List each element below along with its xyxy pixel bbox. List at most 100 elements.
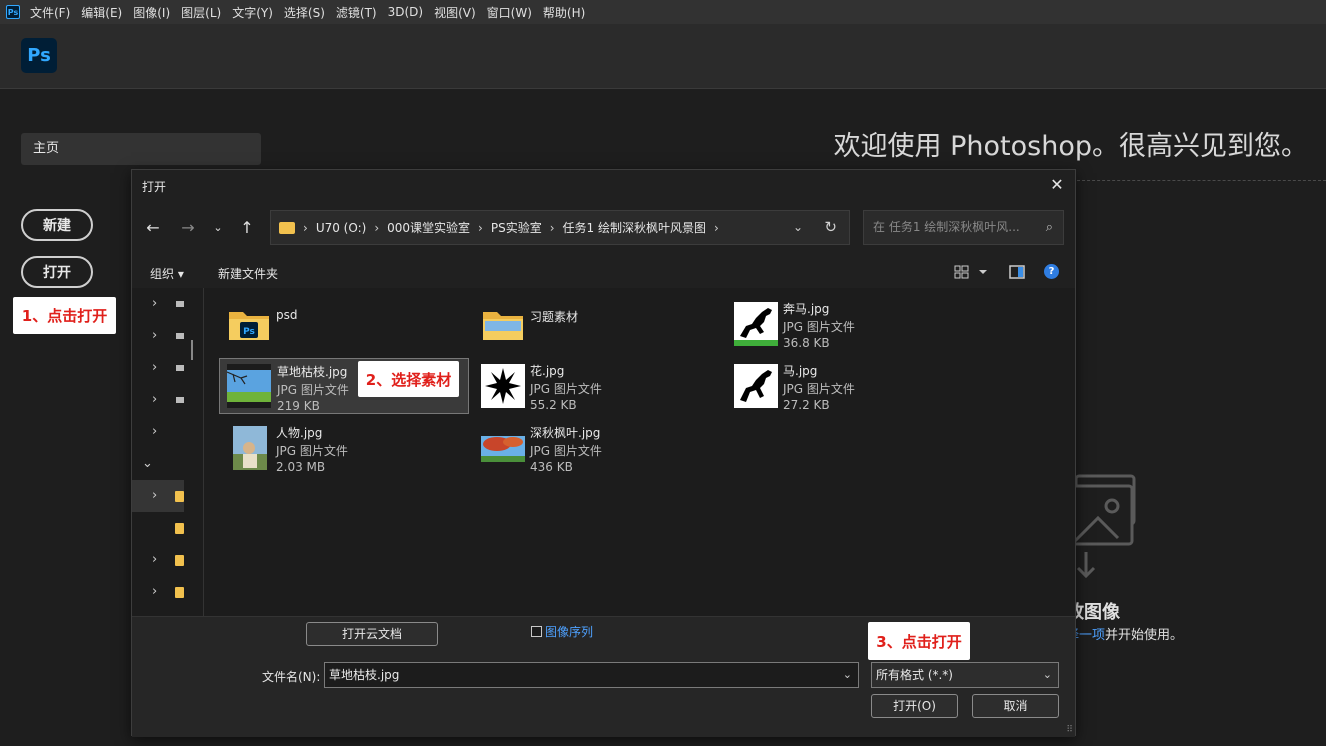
new-button[interactable]: 新建 [21, 209, 93, 241]
file-item-running-horse[interactable]: 奔马.jpg JPG 图片文件 36.8 KB [726, 296, 976, 352]
file-item-psd-folder[interactable]: Ps psd [219, 296, 469, 352]
up-arrow-icon[interactable]: ↑ [237, 218, 257, 238]
tree-scrollbar[interactable] [191, 340, 193, 360]
chevron-right-icon[interactable]: › [152, 392, 157, 407]
address-bar[interactable]: › U70 (O:) › 000课堂实验室 › PS实验室 › 任务1 绘制深秋… [270, 210, 850, 245]
home-nav-item[interactable]: 主页 [21, 133, 261, 165]
menu-3d[interactable]: 3D(D) [388, 5, 423, 19]
dialog-title-bar: 打开 ✕ [132, 170, 1075, 200]
menu-type[interactable]: 文字(Y) [232, 4, 273, 21]
chevron-right-icon[interactable]: › [152, 360, 157, 375]
chevron-right-icon[interactable]: › [152, 328, 157, 343]
menu-file[interactable]: 文件(F) [30, 4, 70, 21]
menu-help[interactable]: 帮助(H) [543, 4, 585, 21]
tree-item[interactable]: ⌄ [132, 448, 184, 480]
horse-image-thumbnail [734, 302, 778, 346]
file-item-horse[interactable]: 马.jpg JPG 图片文件 27.2 KB [726, 358, 976, 414]
file-item-flower[interactable]: 花.jpg JPG 图片文件 55.2 KB [473, 358, 723, 414]
chevron-right-icon: › [549, 220, 555, 235]
drop-area-border [1072, 180, 1326, 181]
file-type: JPG 图片文件 [783, 382, 855, 396]
file-name: 奔马.jpg [783, 302, 830, 316]
close-icon[interactable]: ✕ [1047, 175, 1067, 195]
chevron-right-icon[interactable]: › [152, 584, 157, 599]
open-cloud-docs-button[interactable]: 打开云文档 [306, 622, 438, 646]
callout-step2: 2、选择素材 [358, 361, 459, 397]
menu-view[interactable]: 视图(V) [434, 4, 476, 21]
drop-area-rest: 并开始使用。 [1105, 628, 1184, 643]
tree-item[interactable]: › [132, 544, 184, 576]
resize-grip-icon[interactable]: ⠿ [1066, 725, 1073, 735]
chevron-down-icon[interactable]: ⌄ [142, 456, 153, 471]
chevron-down-icon[interactable]: ⌄ [843, 663, 852, 687]
organize-menu[interactable]: 组织 ▾ [150, 265, 184, 282]
tree-item[interactable]: › [132, 384, 184, 416]
drop-area-text: 择一项并开始使用。 [1066, 624, 1183, 643]
folder-icon [175, 555, 184, 566]
landscape-image-thumbnail [227, 364, 271, 408]
tree-item[interactable]: › [132, 416, 184, 448]
breadcrumb-ps-lab[interactable]: PS实验室 [491, 219, 542, 236]
search-input[interactable]: 在 任务1 绘制深秋枫叶风... ⌕ [863, 210, 1064, 245]
filename-value: 草地枯枝.jpg [329, 668, 400, 682]
breadcrumb-lab[interactable]: 000课堂实验室 [387, 219, 470, 236]
dialog-open-button[interactable]: 打开(O) [871, 694, 958, 718]
recent-dropdown-icon[interactable]: ⌄ [208, 218, 228, 238]
chevron-down-icon[interactable]: ⌄ [1043, 663, 1052, 687]
chevron-right-icon[interactable]: › [152, 424, 157, 439]
tree-item[interactable]: › [132, 576, 184, 608]
chevron-down-icon[interactable]: ⌄ [793, 220, 803, 234]
menu-image[interactable]: 图像(I) [133, 4, 170, 21]
breadcrumb-task[interactable]: 任务1 绘制深秋枫叶风景图 [563, 219, 706, 236]
file-size: 2.03 MB [276, 460, 326, 474]
menu-window[interactable]: 窗口(W) [487, 4, 532, 21]
help-icon[interactable]: ? [1044, 264, 1059, 279]
file-list: Ps psd 习题素材 奔马.jpg JPG 图片文件 36.8 KB 草地枯枝… [205, 288, 1075, 616]
new-folder-button[interactable]: 新建文件夹 [218, 265, 278, 282]
dialog-title: 打开 [142, 180, 167, 194]
open-button[interactable]: 打开 [21, 256, 93, 288]
search-placeholder: 在 任务1 绘制深秋枫叶风... [873, 220, 1020, 234]
refresh-icon[interactable]: ↻ [824, 218, 837, 236]
image-sequence-checkbox[interactable]: 图像序列 [531, 623, 593, 640]
filename-input[interactable]: 草地枯枝.jpg ⌄ [324, 662, 859, 688]
forward-arrow-icon[interactable]: → [178, 218, 198, 238]
tree-item[interactable] [132, 512, 184, 544]
chevron-right-icon[interactable]: › [152, 552, 157, 567]
tree-item-selected[interactable]: › [132, 480, 184, 512]
file-item-exercise-folder[interactable]: 习题素材 [473, 296, 723, 352]
preview-pane-icon[interactable] [1009, 264, 1025, 280]
breadcrumb-drive[interactable]: U70 (O:) [316, 221, 367, 235]
app-header: Ps [0, 24, 1326, 89]
back-arrow-icon[interactable]: ← [143, 218, 163, 238]
file-type: JPG 图片文件 [276, 444, 348, 458]
flower-image-thumbnail [481, 364, 525, 408]
filetype-select[interactable]: 所有格式 (*.*) ⌄ [871, 662, 1059, 688]
image-sequence-label: 图像序列 [545, 625, 594, 639]
drive-icon [176, 397, 184, 403]
menu-select[interactable]: 选择(S) [284, 4, 325, 21]
file-name: 习题素材 [530, 310, 579, 324]
drive-icon [176, 333, 184, 339]
file-size: 27.2 KB [783, 398, 830, 412]
checkbox-icon[interactable] [531, 626, 542, 637]
chevron-right-icon[interactable]: › [152, 488, 157, 503]
menu-filter[interactable]: 滤镜(T) [336, 4, 377, 21]
tree-item[interactable]: › [132, 320, 184, 352]
file-size: 436 KB [530, 460, 573, 474]
search-icon: ⌕ [1045, 220, 1053, 235]
chevron-right-icon: › [478, 220, 483, 235]
dialog-cancel-button[interactable]: 取消 [972, 694, 1059, 718]
photoshop-logo: Ps [21, 38, 57, 73]
chevron-right-icon[interactable]: › [152, 296, 157, 311]
image-drop-icon [1068, 474, 1136, 579]
file-name: 马.jpg [783, 364, 818, 378]
menu-edit[interactable]: 编辑(E) [81, 4, 122, 21]
tree-item[interactable]: › [132, 352, 184, 384]
menu-layer[interactable]: 图层(L) [181, 4, 221, 21]
view-options-icon[interactable] [954, 264, 988, 280]
file-type: JPG 图片文件 [530, 444, 602, 458]
file-item-person[interactable]: 人物.jpg JPG 图片文件 2.03 MB [219, 420, 469, 476]
tree-item[interactable]: › [132, 288, 184, 320]
file-item-autumn-maple[interactable]: 深秋枫叶.jpg JPG 图片文件 436 KB [473, 420, 723, 476]
